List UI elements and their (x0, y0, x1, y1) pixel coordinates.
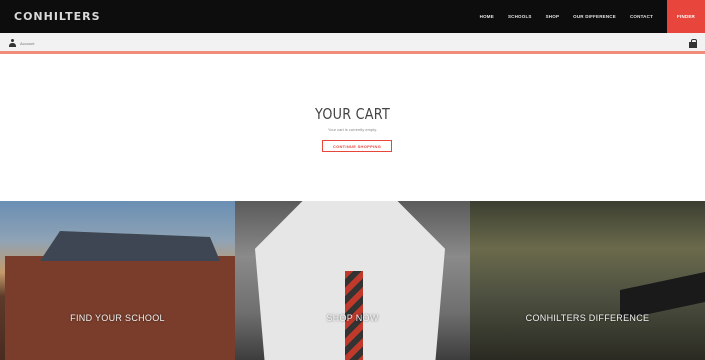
nav-our-difference[interactable]: OUR DIFFERENCE (573, 14, 616, 19)
cart-section: YOUR CART Your cart is currently empty. … (0, 57, 705, 201)
tile-shop-now[interactable]: SHOP NOW (235, 201, 470, 360)
tile-label: FIND YOUR SCHOOL (70, 313, 165, 323)
school-roof-image (40, 231, 220, 261)
tile-label: CONHILTERS DIFFERENCE (525, 313, 650, 323)
tile-label: SHOP NOW (326, 313, 379, 323)
bag-icon[interactable] (689, 39, 697, 48)
promo-tiles: FIND YOUR SCHOOL SHOP NOW CONHILTERS DIF… (0, 201, 705, 360)
nav-schools[interactable]: SCHOOLS (508, 14, 532, 19)
nav-home[interactable]: HOME (480, 14, 494, 19)
nav-contact[interactable]: CONTACT (630, 14, 653, 19)
continue-shopping-button[interactable]: CONTINUE SHOPPING (322, 140, 392, 152)
account-label: Account (20, 41, 35, 46)
school-building-image (5, 256, 235, 360)
top-navigation-bar: CONHILTERS HOME SCHOOLS SHOP OUR DIFFERE… (0, 0, 705, 33)
cart-empty-message: Your cart is currently empty. (327, 127, 378, 132)
site-logo[interactable]: CONHILTERS (14, 10, 101, 23)
user-icon (9, 39, 16, 48)
nav-shop[interactable]: SHOP (546, 14, 560, 19)
tile-difference[interactable]: CONHILTERS DIFFERENCE (470, 201, 705, 360)
nav-cta-button[interactable]: FINDER (667, 0, 705, 33)
tile-find-school[interactable]: FIND YOUR SCHOOL (0, 201, 235, 360)
account-link[interactable]: Account (9, 39, 34, 48)
cart-title: YOUR CART (314, 105, 391, 123)
account-bar: Account (0, 33, 705, 54)
main-nav: HOME SCHOOLS SHOP OUR DIFFERENCE CONTACT… (466, 0, 705, 33)
